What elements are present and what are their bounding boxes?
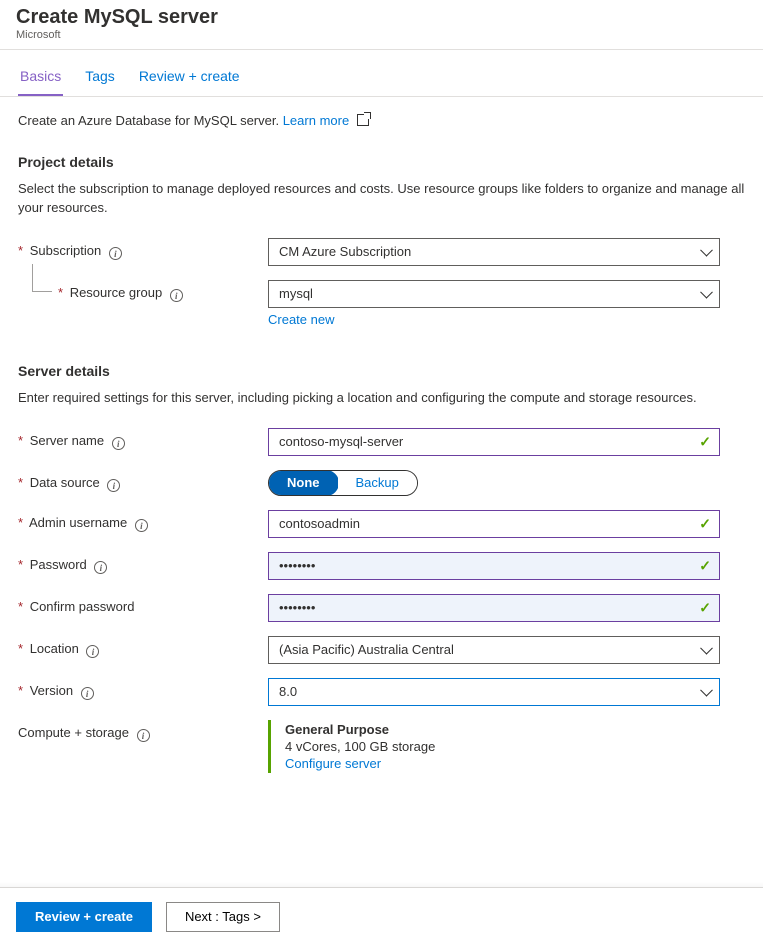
label-data-source: * Data source: [18, 470, 268, 493]
row-location: * Location (Asia Pacific) Australia Cent…: [18, 636, 745, 664]
required-indicator: *: [18, 557, 23, 572]
row-subscription: * Subscription CM Azure Subscription: [18, 238, 745, 266]
chevron-down-icon: [700, 641, 713, 654]
data-source-toggle: None Backup: [268, 470, 418, 496]
compute-tier: General Purpose: [285, 722, 720, 737]
resource-group-select[interactable]: mysql: [268, 280, 720, 308]
required-indicator: *: [18, 243, 23, 258]
required-indicator: *: [18, 433, 23, 448]
intro-text: Create an Azure Database for MySQL serve…: [18, 113, 745, 128]
info-icon[interactable]: [170, 289, 183, 302]
password-input[interactable]: •••••••• ✓: [268, 552, 720, 580]
check-icon: ✓: [699, 433, 711, 450]
info-icon[interactable]: [86, 645, 99, 658]
required-indicator: *: [18, 683, 23, 698]
required-indicator: *: [18, 515, 23, 530]
row-password: * Password •••••••• ✓: [18, 552, 745, 580]
info-icon[interactable]: [94, 561, 107, 574]
tab-review-create[interactable]: Review + create: [137, 56, 242, 96]
review-create-button[interactable]: Review + create: [16, 902, 152, 932]
label-server-name: * Server name: [18, 428, 268, 451]
create-new-link[interactable]: Create new: [268, 312, 334, 327]
info-icon[interactable]: [107, 479, 120, 492]
info-icon[interactable]: [112, 437, 125, 450]
label-admin-username: * Admin username: [18, 510, 268, 533]
info-icon[interactable]: [137, 729, 150, 742]
required-indicator: *: [18, 641, 23, 656]
server-name-input[interactable]: contoso-mysql-server ✓: [268, 428, 720, 456]
label-version: * Version: [18, 678, 268, 701]
chevron-down-icon: [700, 244, 713, 257]
learn-more-link[interactable]: Learn more: [283, 113, 349, 128]
row-admin-username: * Admin username contosoadmin ✓: [18, 510, 745, 538]
label-password: * Password: [18, 552, 268, 575]
info-icon[interactable]: [109, 247, 122, 260]
version-select[interactable]: 8.0: [268, 678, 720, 706]
required-indicator: *: [18, 475, 23, 490]
required-indicator: *: [58, 285, 63, 300]
label-confirm-password: * Confirm password: [18, 594, 268, 614]
form-content: Create an Azure Database for MySQL serve…: [0, 97, 763, 847]
row-compute-storage: Compute + storage General Purpose 4 vCor…: [18, 720, 745, 773]
data-source-none[interactable]: None: [268, 470, 339, 496]
project-details-heading: Project details: [18, 154, 745, 170]
tab-basics[interactable]: Basics: [18, 56, 63, 96]
required-indicator: *: [18, 599, 23, 614]
wizard-footer: Review + create Next : Tags >: [0, 887, 763, 946]
compute-summary: General Purpose 4 vCores, 100 GB storage…: [268, 720, 720, 773]
configure-server-link[interactable]: Configure server: [285, 756, 381, 771]
tab-bar: Basics Tags Review + create: [0, 56, 763, 97]
subscription-select[interactable]: CM Azure Subscription: [268, 238, 720, 266]
label-subscription: * Subscription: [18, 238, 268, 261]
external-link-icon: [357, 114, 369, 126]
row-confirm-password: * Confirm password •••••••• ✓: [18, 594, 745, 622]
check-icon: ✓: [699, 515, 711, 532]
label-compute-storage: Compute + storage: [18, 720, 268, 743]
tab-tags[interactable]: Tags: [83, 56, 117, 96]
confirm-password-input[interactable]: •••••••• ✓: [268, 594, 720, 622]
tree-connector: [32, 264, 52, 292]
chevron-down-icon: [700, 683, 713, 696]
row-resource-group: * Resource group mysql Create new: [18, 280, 745, 327]
next-tags-button[interactable]: Next : Tags >: [166, 902, 280, 932]
page-title: Create MySQL server: [16, 6, 747, 29]
label-location: * Location: [18, 636, 268, 659]
server-details-description: Enter required settings for this server,…: [18, 389, 745, 408]
info-icon[interactable]: [81, 687, 94, 700]
server-details-heading: Server details: [18, 363, 745, 379]
page-header: Create MySQL server Microsoft: [0, 0, 763, 50]
check-icon: ✓: [699, 557, 711, 574]
label-resource-group: * Resource group: [18, 280, 268, 303]
chevron-down-icon: [700, 286, 713, 299]
admin-username-input[interactable]: contosoadmin ✓: [268, 510, 720, 538]
data-source-backup[interactable]: Backup: [338, 471, 417, 495]
location-select[interactable]: (Asia Pacific) Australia Central: [268, 636, 720, 664]
row-data-source: * Data source None Backup: [18, 470, 745, 496]
row-server-name: * Server name contoso-mysql-server ✓: [18, 428, 745, 456]
page-subtitle: Microsoft: [16, 29, 747, 41]
info-icon[interactable]: [135, 519, 148, 532]
row-version: * Version 8.0: [18, 678, 745, 706]
check-icon: ✓: [699, 599, 711, 616]
project-details-description: Select the subscription to manage deploy…: [18, 180, 745, 218]
intro-copy: Create an Azure Database for MySQL serve…: [18, 113, 283, 128]
compute-spec: 4 vCores, 100 GB storage: [285, 739, 720, 754]
